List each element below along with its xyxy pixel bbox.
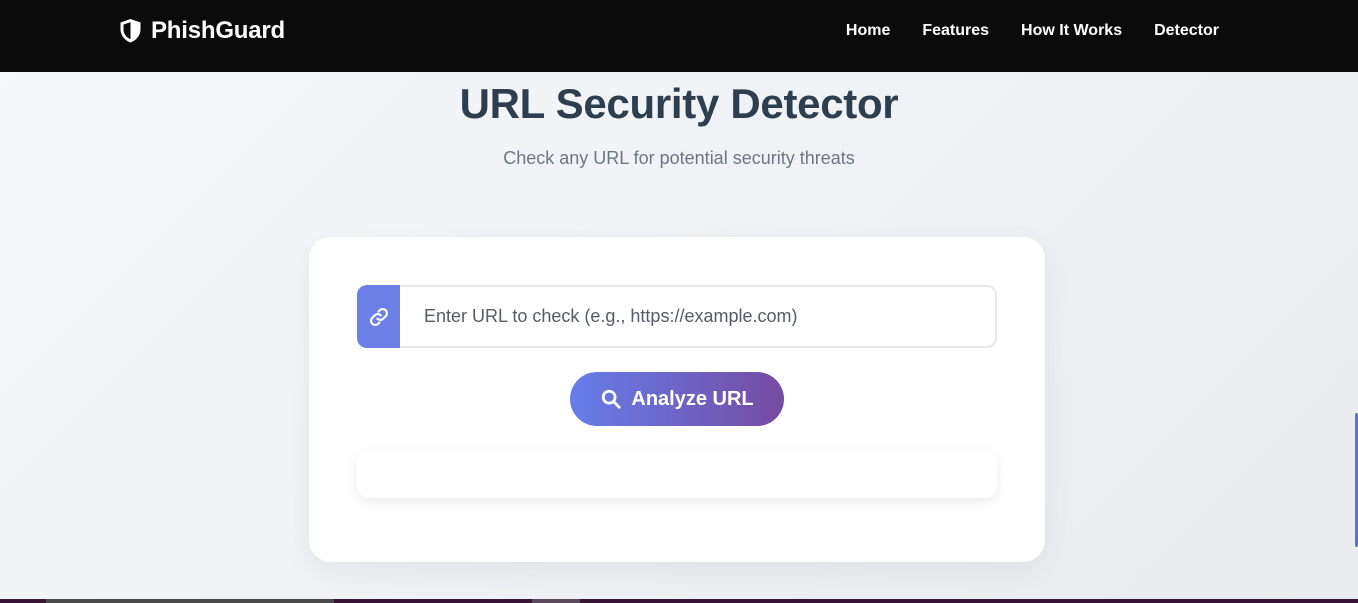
nav-link-home[interactable]: Home bbox=[846, 21, 890, 41]
link-icon bbox=[369, 307, 388, 326]
page-title: URL Security Detector bbox=[459, 80, 899, 127]
url-input-group bbox=[357, 285, 997, 348]
brand-name: PhishGuard bbox=[151, 17, 286, 44]
input-addon bbox=[357, 285, 400, 348]
footer-edge bbox=[0, 599, 1358, 603]
search-icon bbox=[602, 389, 621, 409]
nav-link-how-it-works[interactable]: How It Works bbox=[1021, 21, 1122, 41]
detector-card: Analyze URL bbox=[309, 237, 1045, 562]
url-input[interactable] bbox=[400, 285, 997, 348]
footer-segment bbox=[46, 599, 334, 603]
result-panel bbox=[357, 450, 997, 498]
analyze-button-label: Analyze URL bbox=[631, 387, 754, 410]
navbar: PhishGuard Home Features How It Works De… bbox=[0, 0, 1358, 72]
nav-link-features[interactable]: Features bbox=[922, 21, 989, 41]
shield-icon bbox=[120, 19, 141, 43]
analyze-url-button[interactable]: Analyze URL bbox=[570, 372, 784, 426]
nav-link-detector[interactable]: Detector bbox=[1154, 21, 1219, 41]
nav-menu: Home Features How It Works Detector bbox=[846, 21, 1219, 41]
footer-segment bbox=[532, 599, 580, 603]
brand-logo-link[interactable]: PhishGuard bbox=[118, 17, 285, 45]
page-subtitle: Check any URL for potential security thr… bbox=[503, 148, 855, 168]
